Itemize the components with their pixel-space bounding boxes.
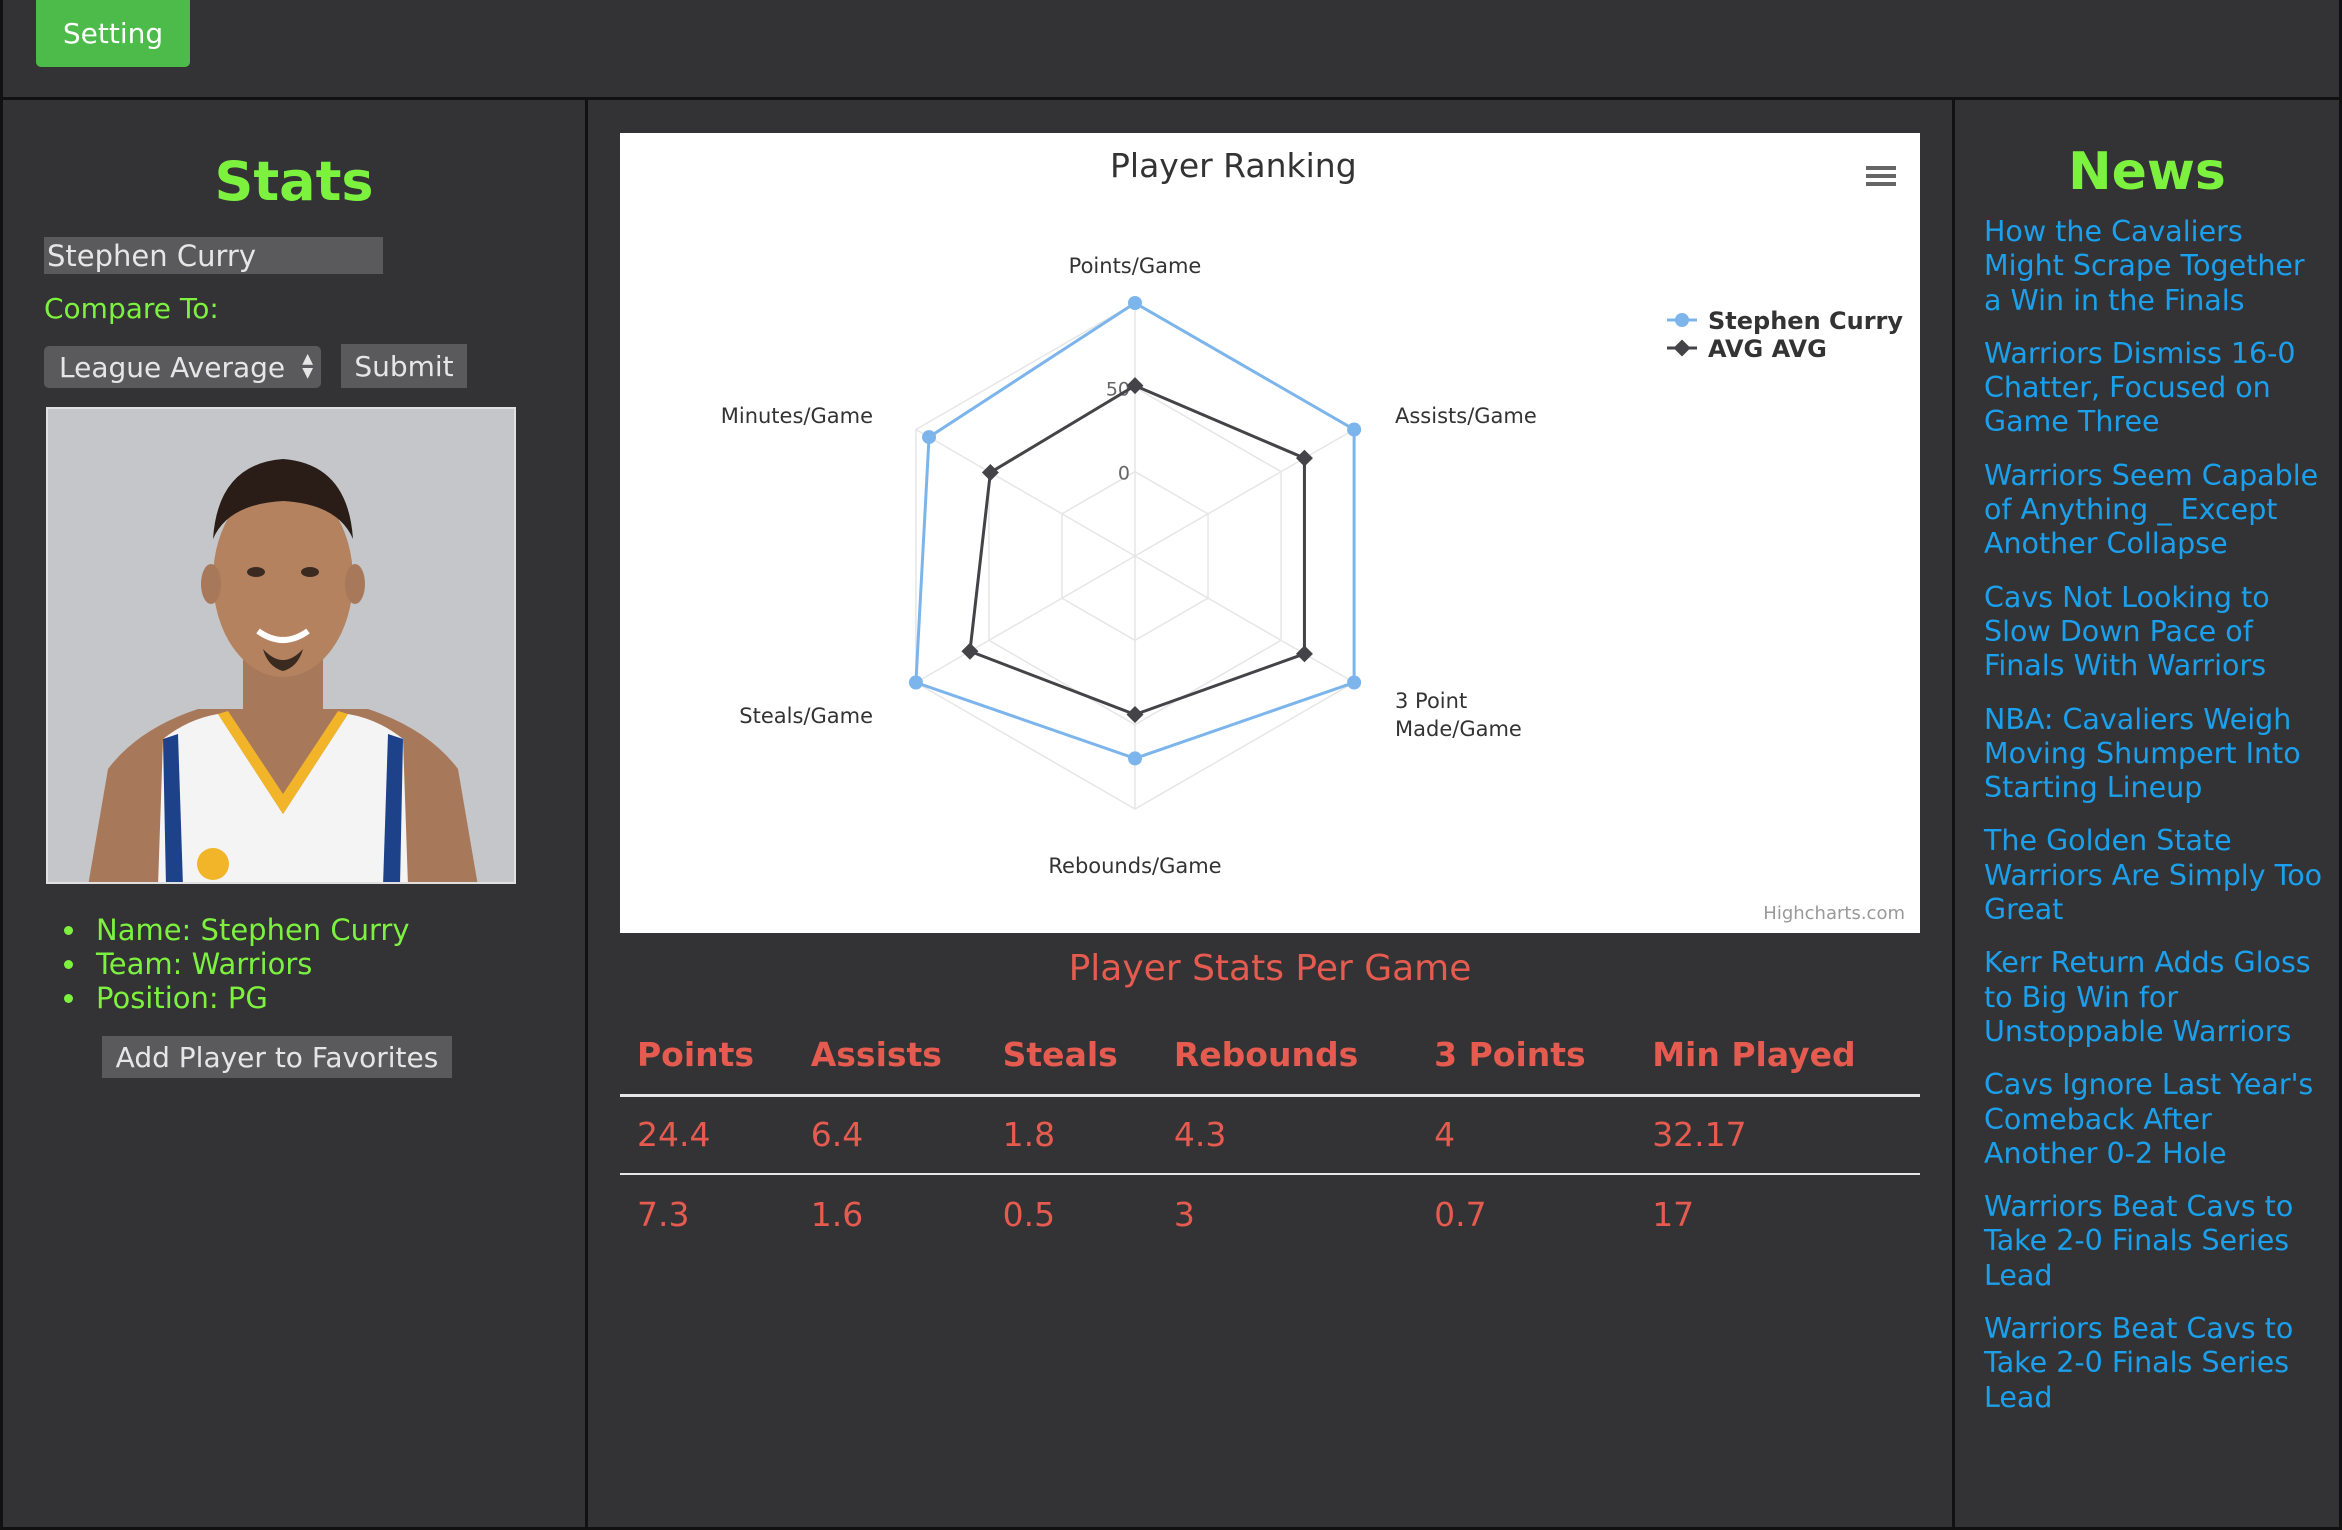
legend-label-curry[interactable]: Stephen Curry [1708,307,1903,335]
radar-axis-label: Rebounds/Game [1048,854,1221,878]
column-header: Rebounds [1156,1015,1418,1097]
stats-heading: Stats [214,150,374,213]
player-stats-table: Points Assists Steals Rebounds 3 Points … [620,1015,1920,1253]
series-point-curry[interactable] [1347,675,1362,690]
series-point-curry[interactable] [1347,422,1362,437]
compare-select[interactable]: League Average ▲ ▼ [44,346,321,388]
news-link[interactable]: Warriors Dismiss 16-0 Chatter, Focused o… [1984,337,2324,440]
news-panel: News How the Cavaliers Might Scrape Toge… [1952,97,2342,1530]
news-list: How the Cavaliers Might Scrape Together … [1984,215,2324,1434]
player-info-name: Name: Stephen Curry [64,913,410,947]
news-link[interactable]: Kerr Return Adds Gloss to Big Win for Un… [1984,946,2324,1049]
player-info-list: Name: Stephen Curry Team: Warriors Posit… [64,913,410,1015]
news-link[interactable]: Cavs Not Looking to Slow Down Pace of Fi… [1984,581,2324,684]
player-photo [46,407,516,884]
table-cell: 4 [1417,1095,1636,1175]
main-panel: Player Ranking 0 50 Points/Game Assists/Ga… [585,97,1955,1530]
compare-select-value: League Average [59,350,286,384]
radar-spoke [915,555,1136,684]
radar-spoke [1134,555,1355,684]
radar-axis-label: Points/Game [1069,254,1202,278]
radar-chart-svg: Player Ranking 050 Points/GameAssists/Ga… [721,146,1905,924]
radar-axis-label: Steals/Game [739,704,873,728]
series-point-avg[interactable] [1295,449,1313,467]
top-bar: Setting [0,0,2342,100]
series-point-curry[interactable] [1128,296,1142,310]
table-cell: 6.4 [793,1095,986,1175]
table-cell: 1.6 [810,1194,864,1234]
news-heading: News [2068,142,2226,202]
radar-axis-label: 3 Point Made/Game [1395,689,1522,741]
column-header: Min Played [1635,1015,1920,1097]
table-header-row: Points Assists Steals Rebounds 3 Points … [620,1015,1920,1097]
column-header: Assists [793,1015,986,1097]
player-photo-illustration [48,409,514,882]
table-cell: 0.5 [1002,1194,1056,1234]
table-cell: 0.7 [1434,1194,1487,1234]
player-search-input[interactable] [44,237,383,274]
player-ranking-chart: Player Ranking 0 50 Points/Game Assists/Ga… [620,133,1920,933]
table-cell: 17 [1652,1194,1695,1234]
radar-spoke [915,428,1136,557]
column-header: Steals [985,1015,1157,1097]
column-header: Points [620,1015,794,1097]
legend-marker-curry [1675,313,1689,327]
stats-panel: Stats Compare To: League Average ▲▼ Subm… [0,97,588,1530]
radar-tick-label: 0 [1118,463,1130,485]
news-link[interactable]: Warriors Beat Cavs to Take 2-0 Finals Se… [1984,1312,2324,1415]
series-point-avg[interactable] [961,642,979,660]
legend-label-avg[interactable]: AVG AVG [1708,335,1827,363]
radar-spoke [1134,428,1355,557]
column-header: 3 Points [1417,1015,1636,1097]
chart-title: Player Ranking [1110,146,1357,185]
table-row: 7.3 1.6 0.5 3 0.7 17 [620,1174,1920,1253]
compare-label: Compare To: [44,292,219,325]
chart-legend: Stephen Curry AVG AVG [1667,307,1903,363]
news-link[interactable]: Warriors Beat Cavs to Take 2-0 Finals Se… [1984,1190,2324,1293]
player-info-position: Position: PG [64,981,410,1015]
chart-credit[interactable]: Highcharts.com [1763,903,1905,924]
setting-button[interactable]: Setting [36,0,190,67]
radar-axis-label: Assists/Game [1395,404,1537,428]
news-link[interactable]: How the Cavaliers Might Scrape Together … [1984,215,2324,318]
legend-marker-avg [1673,339,1691,357]
news-link[interactable]: The Golden State Warriors Are Simply Too… [1984,824,2324,927]
table-cell: 7.3 [637,1194,690,1234]
table-cell: 32.17 [1635,1095,1920,1175]
player-info-team: Team: Warriors [64,947,410,981]
news-link[interactable]: Cavs Ignore Last Year's Comeback After A… [1984,1068,2324,1171]
table-cell: 1.8 [985,1095,1157,1175]
radar-axis-label: Minutes/Game [721,404,873,428]
series-point-curry[interactable] [908,675,923,690]
news-link[interactable]: Warriors Seem Capable of Anything _ Exce… [1984,459,2324,562]
table-cell: 4.3 [1156,1095,1418,1175]
series-point-avg[interactable] [1295,645,1313,663]
player-stats-title: Player Stats Per Game [1068,948,1472,989]
series-line-avg [968,383,1306,717]
table-row: 24.4 6.4 1.8 4.3 4 32.17 [620,1095,1920,1175]
table-cell: 3 [1173,1194,1195,1234]
submit-button[interactable]: Submit [341,344,467,388]
series-point-curry[interactable] [1128,751,1142,766]
add-favorite-button[interactable]: Add Player to Favorites [102,1036,452,1078]
series-point-curry[interactable] [922,430,937,445]
news-link[interactable]: NBA: Cavaliers Weigh Moving Shumpert Int… [1984,703,2324,806]
select-arrows-icon: ▲ ▼ [302,351,313,381]
table-cell: 24.4 [620,1095,794,1175]
hamburger-icon[interactable] [1864,163,1898,193]
